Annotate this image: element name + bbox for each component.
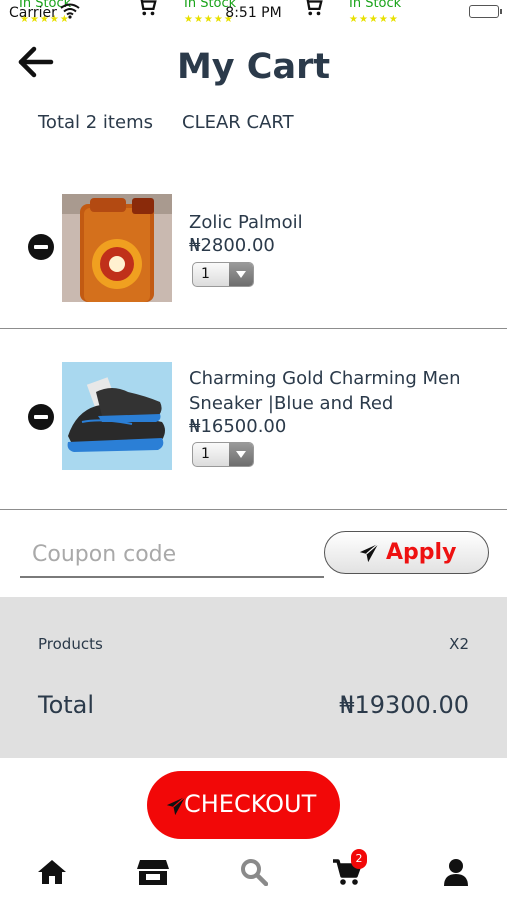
quantity-select[interactable]: 1 (192, 442, 254, 467)
checkout-button[interactable]: CHECKOUT (147, 771, 340, 839)
remove-item-button[interactable] (28, 404, 54, 430)
nav-search[interactable] (240, 858, 274, 888)
user-icon (444, 859, 468, 886)
status-bar: In Stock ★★★★★ In Stock ★★★★★ In Stock ★… (0, 0, 507, 28)
divider (0, 509, 507, 510)
page-title: My Cart (176, 47, 331, 87)
remove-item-button[interactable] (28, 234, 54, 260)
apply-label: Apply (386, 540, 457, 565)
divider (0, 328, 507, 329)
search-icon (241, 859, 269, 887)
paper-plane-icon (166, 796, 186, 816)
quantity-select[interactable]: 1 (192, 262, 254, 287)
coupon-code-input[interactable] (20, 532, 324, 578)
item-price: ₦16500.00 (189, 416, 287, 437)
checkout-label: CHECKOUT (184, 790, 317, 818)
total-value: ₦19300.00 (339, 691, 469, 719)
products-label: Products (38, 635, 103, 653)
chevron-down-icon (229, 443, 253, 466)
total-label: Total (38, 691, 95, 719)
item-price: ₦2800.00 (189, 235, 275, 256)
order-summary: Products X2 Total ₦19300.00 (0, 597, 507, 758)
products-count: X2 (449, 635, 469, 653)
clear-cart-button[interactable]: CLEAR CART (182, 112, 294, 133)
battery-icon (469, 5, 502, 18)
item-name: Zolic Palmoil (189, 212, 303, 233)
sneaker-image (62, 362, 172, 470)
cart-item: Zolic Palmoil ₦2800.00 1 (0, 194, 507, 328)
home-icon (38, 860, 66, 884)
total-items-label: Total 2 items (38, 112, 153, 133)
product-image (62, 362, 172, 470)
store-icon (137, 860, 169, 885)
status-time: 8:51 PM (225, 5, 282, 21)
cart-item: Charming Gold Charming Men Sneaker |Blue… (0, 362, 507, 508)
palm-oil-jug-image (62, 194, 172, 302)
apply-coupon-button[interactable]: Apply (324, 531, 489, 574)
chevron-down-icon (229, 263, 253, 286)
quantity-value: 1 (201, 446, 210, 462)
cart-count-badge: 2 (351, 849, 367, 869)
product-image (62, 194, 172, 302)
item-name: Charming Gold Charming Men Sneaker |Blue… (189, 368, 461, 414)
nav-store[interactable] (136, 858, 170, 888)
paper-plane-icon (359, 543, 379, 563)
nav-home[interactable] (36, 858, 70, 888)
quantity-value: 1 (201, 266, 210, 282)
nav-profile[interactable] (442, 858, 476, 888)
